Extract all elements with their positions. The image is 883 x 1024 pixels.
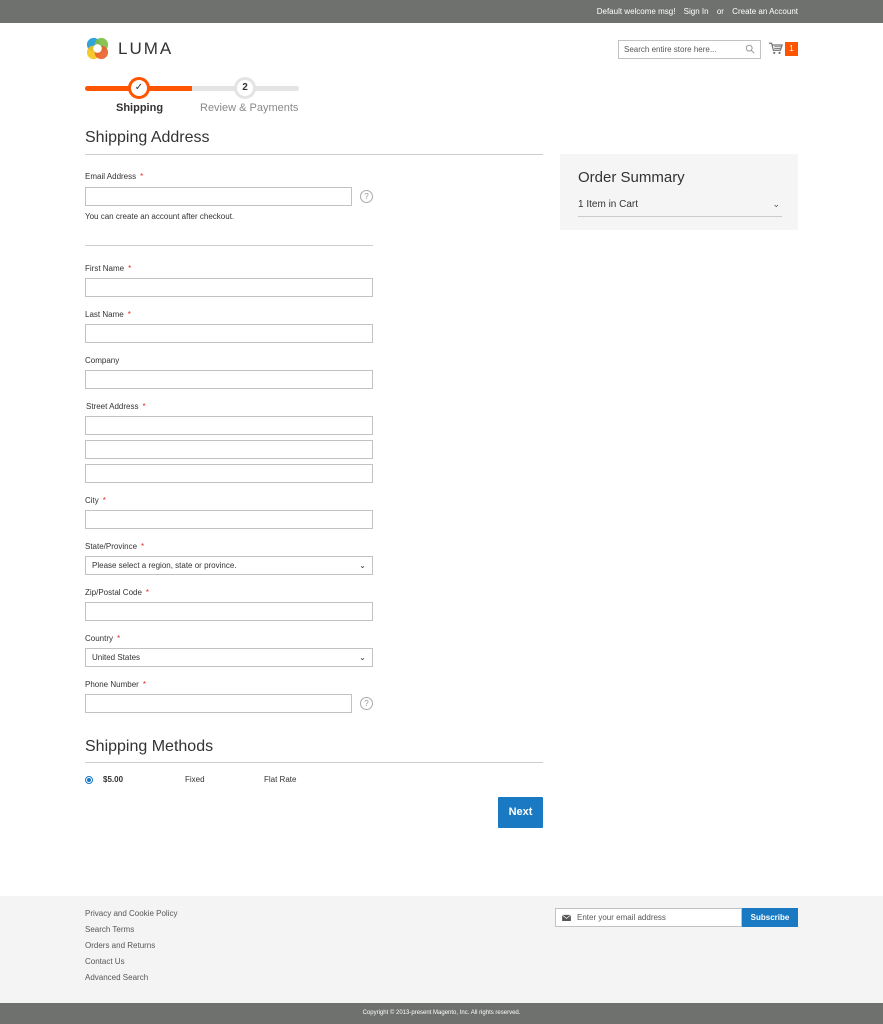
- shipping-method-name: Fixed: [185, 775, 205, 784]
- step-shipping-marker: ✓: [128, 77, 150, 99]
- copyright: Copyright © 2013-present Magento, Inc. A…: [0, 1003, 883, 1024]
- or-text: or: [716, 7, 724, 16]
- state-select-value: Please select a region, state or provinc…: [92, 561, 237, 570]
- create-account-link[interactable]: Create an Account: [732, 7, 798, 16]
- search-icon[interactable]: [745, 44, 755, 54]
- checkout-progress-bar: [85, 86, 299, 91]
- street-address-line-2[interactable]: [85, 440, 373, 459]
- chevron-down-icon[interactable]: ⌄: [772, 199, 780, 210]
- footer-link-orders-returns[interactable]: Orders and Returns: [85, 941, 155, 950]
- chevron-down-icon: ⌄: [359, 653, 366, 662]
- shipping-address-title: Shipping Address: [85, 129, 210, 146]
- step-shipping-label: Shipping: [116, 102, 164, 114]
- minicart-button[interactable]: 1: [769, 42, 798, 60]
- city-field[interactable]: [85, 510, 373, 529]
- help-icon[interactable]: ?: [360, 697, 373, 710]
- street-address-line-1[interactable]: [85, 416, 373, 435]
- divider: [85, 154, 543, 155]
- company-field[interactable]: [85, 370, 373, 389]
- email-field[interactable]: [85, 187, 352, 206]
- shipping-carrier-name: Flat Rate: [264, 775, 297, 784]
- company-label: Company: [85, 356, 120, 365]
- step-number: 2: [242, 82, 248, 93]
- cart-icon: [769, 42, 783, 55]
- first-name-field[interactable]: [85, 278, 373, 297]
- footer-link-advanced-search[interactable]: Advanced Search: [85, 973, 148, 982]
- footer-link-search-terms[interactable]: Search Terms: [85, 925, 134, 934]
- state-select[interactable]: Please select a region, state or provinc…: [85, 556, 373, 575]
- zip-label: Zip/Postal Code *: [85, 588, 150, 597]
- order-summary-panel: Order Summary 1 Item in Cart ⌄: [560, 154, 798, 230]
- newsletter-placeholder: Enter your email address: [577, 913, 666, 922]
- zip-field[interactable]: [85, 602, 373, 621]
- footer-link-contact[interactable]: Contact Us: [85, 957, 125, 966]
- check-icon: ✓: [134, 82, 144, 93]
- shipping-price: $5.00: [103, 775, 124, 784]
- search-placeholder: Search entire store here...: [624, 45, 717, 54]
- order-summary-title: Order Summary: [578, 169, 685, 186]
- email-note: You can create an account after checkout…: [85, 212, 235, 221]
- luma-logo-icon: [86, 37, 109, 60]
- chevron-down-icon: ⌄: [359, 561, 366, 570]
- city-label: City *: [85, 496, 106, 505]
- step-review-marker: 2: [234, 77, 256, 99]
- email-label: Email Address *: [85, 172, 144, 181]
- help-icon[interactable]: ?: [360, 190, 373, 203]
- shipping-method-radio[interactable]: [85, 776, 93, 784]
- divider: [85, 762, 543, 763]
- step-review-label: Review & Payments: [200, 102, 299, 114]
- divider: [578, 216, 782, 217]
- cart-count-badge: 1: [785, 42, 798, 56]
- first-name-label: First Name *: [85, 264, 132, 273]
- street-address-label: Street Address *: [86, 402, 146, 411]
- phone-label: Phone Number *: [85, 680, 146, 689]
- items-in-cart-toggle[interactable]: 1 Item in Cart: [578, 199, 638, 210]
- envelope-icon: [562, 914, 571, 921]
- phone-field[interactable]: [85, 694, 352, 713]
- footer-link-privacy[interactable]: Privacy and Cookie Policy: [85, 909, 177, 918]
- search-input[interactable]: Search entire store here...: [618, 40, 761, 59]
- state-label: State/Province *: [85, 542, 145, 551]
- street-address-line-3[interactable]: [85, 464, 373, 483]
- shipping-methods-title: Shipping Methods: [85, 738, 214, 755]
- subscribe-button[interactable]: Subscribe: [742, 908, 798, 927]
- top-bar: Default welcome msg! Sign In or Create a…: [0, 0, 883, 23]
- next-button[interactable]: Next: [498, 797, 543, 828]
- logo[interactable]: LUMA: [85, 36, 173, 61]
- last-name-label: Last Name *: [85, 310, 131, 319]
- welcome-message: Default welcome msg!: [596, 7, 676, 16]
- country-label: Country *: [85, 634, 121, 643]
- country-select-value: United States: [92, 653, 141, 662]
- last-name-field[interactable]: [85, 324, 373, 343]
- country-select[interactable]: United States ⌄: [85, 648, 373, 667]
- sign-in-link[interactable]: Sign In: [684, 7, 709, 16]
- divider: [85, 245, 373, 246]
- newsletter-email-input[interactable]: Enter your email address: [555, 908, 742, 927]
- logo-text: LUMA: [118, 38, 174, 58]
